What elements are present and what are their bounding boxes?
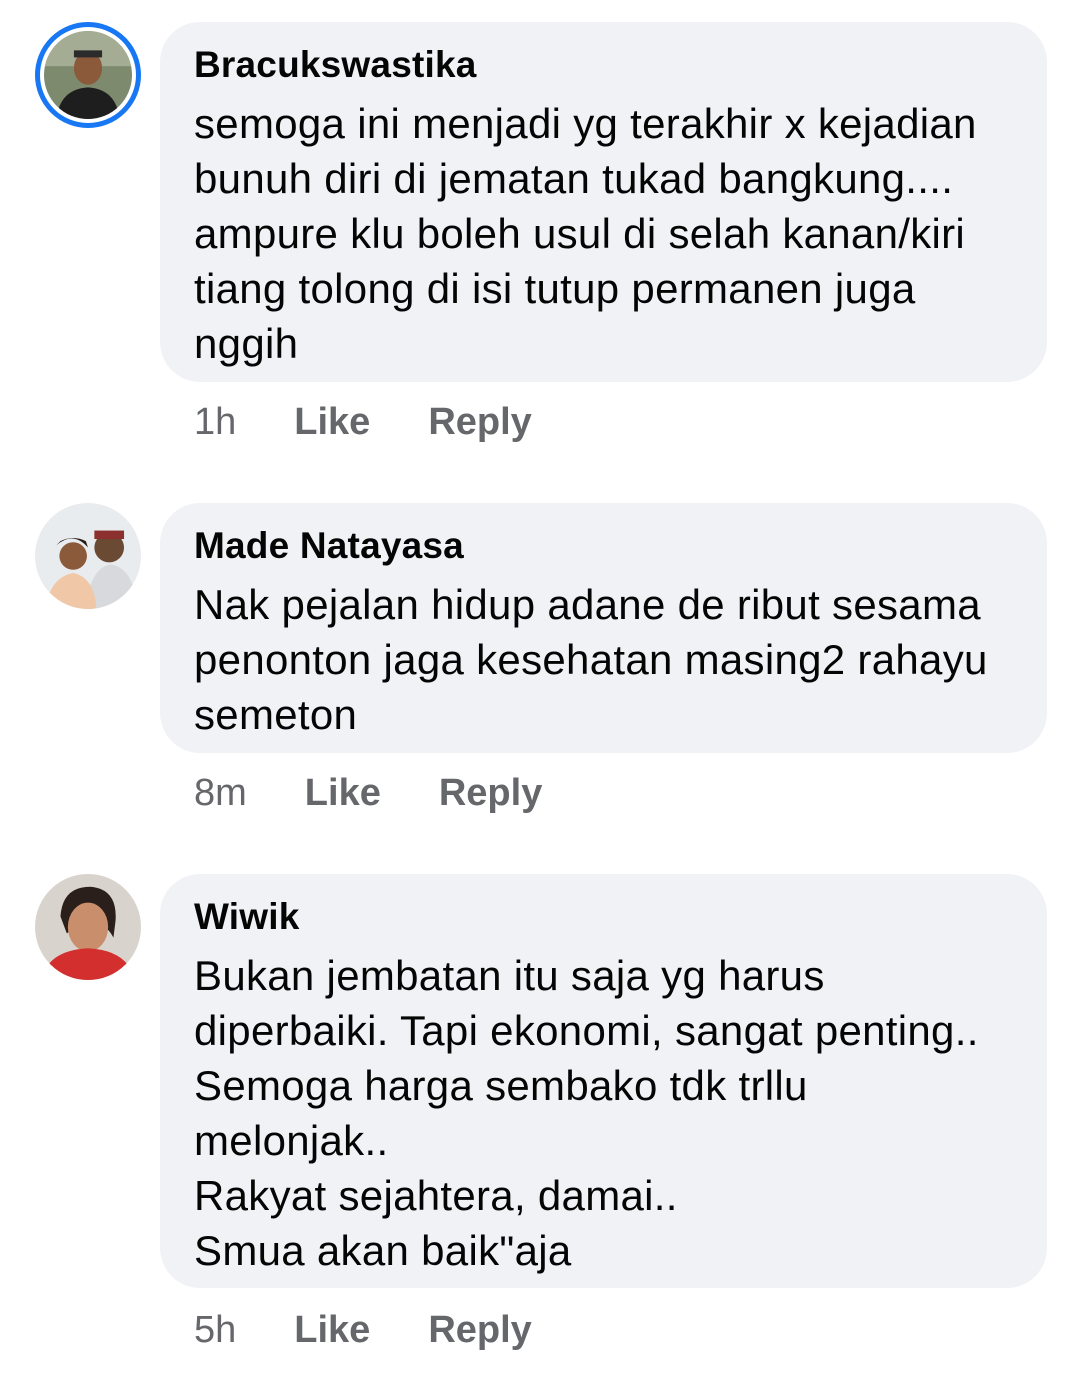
reply-button[interactable]: Reply xyxy=(428,1308,531,1352)
comment-timestamp[interactable]: 8m xyxy=(194,771,247,815)
comment-bubble: Bracukswastika semoga ini menjadi yg ter… xyxy=(160,22,1047,382)
reply-button[interactable]: Reply xyxy=(439,771,542,815)
comment-text: Bukan jembatan itu saja yg harus diperba… xyxy=(194,952,979,1274)
comment-actions: 8m Like Reply xyxy=(194,771,542,815)
avatar-photo xyxy=(35,874,141,980)
comment-bubble: Made Natayasa Nak pejalan hidup adane de… xyxy=(160,503,1047,753)
avatar-photo xyxy=(44,31,132,119)
comment-text: Nak pejalan hidup adane de ribut sesama … xyxy=(194,581,988,738)
avatar[interactable] xyxy=(35,503,141,609)
reply-button[interactable]: Reply xyxy=(428,400,531,444)
avatar-photo xyxy=(35,503,141,609)
like-button[interactable]: Like xyxy=(294,400,370,444)
like-button[interactable]: Like xyxy=(305,771,381,815)
avatar[interactable] xyxy=(35,874,141,980)
comment-author[interactable]: Bracukswastika xyxy=(194,44,1017,86)
comment-text: semoga ini menjadi yg terakhir x kejadia… xyxy=(194,100,977,367)
avatar[interactable] xyxy=(35,22,141,128)
comment-actions: 5h Like Reply xyxy=(194,1308,532,1352)
comment-author[interactable]: Wiwik xyxy=(194,896,1017,938)
like-button[interactable]: Like xyxy=(294,1308,370,1352)
comment-timestamp[interactable]: 1h xyxy=(194,400,236,444)
comment-author[interactable]: Made Natayasa xyxy=(194,525,1017,567)
comment-actions: 1h Like Reply xyxy=(194,400,532,444)
comment-timestamp[interactable]: 5h xyxy=(194,1308,236,1352)
comment-bubble: Wiwik Bukan jembatan itu saja yg harus d… xyxy=(160,874,1047,1288)
